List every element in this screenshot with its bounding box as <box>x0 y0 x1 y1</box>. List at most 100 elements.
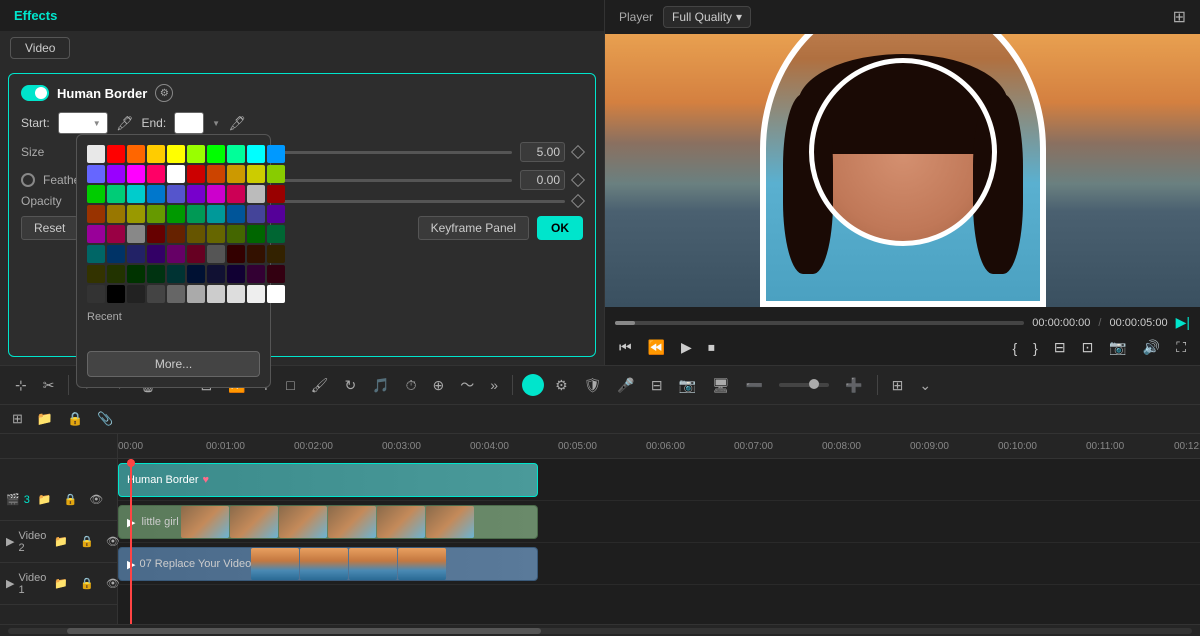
palette-cell[interactable] <box>167 185 185 203</box>
tool-wave[interactable]: 〜 <box>455 372 479 398</box>
quality-dropdown[interactable]: Full Quality ▾ <box>663 6 751 28</box>
palette-cell[interactable] <box>247 225 265 243</box>
palette-cell[interactable] <box>187 185 205 203</box>
tool-select[interactable]: ⊹ <box>10 374 32 397</box>
volume-btn[interactable]: 🔊 <box>1139 337 1164 358</box>
palette-cell[interactable] <box>227 185 245 203</box>
palette-cell[interactable] <box>227 165 245 183</box>
step-back-btn[interactable]: ⏪ <box>644 337 669 358</box>
palette-cell[interactable] <box>267 265 285 283</box>
palette-cell[interactable] <box>87 185 105 203</box>
play-btn[interactable]: ▶ <box>677 337 696 358</box>
go-to-end-icon[interactable]: ▶| <box>1176 314 1190 331</box>
palette-cell[interactable] <box>207 245 225 263</box>
palette-cell[interactable] <box>227 225 245 243</box>
palette-cell[interactable] <box>167 285 185 303</box>
palette-cell[interactable] <box>167 225 185 243</box>
skip-back-btn[interactable]: ⏮ <box>615 337 636 358</box>
palette-cell[interactable] <box>87 245 105 263</box>
mark-out-btn[interactable]: } <box>1029 338 1042 358</box>
tool-timer[interactable]: ⏱ <box>401 374 422 397</box>
palette-cell[interactable] <box>147 285 165 303</box>
tool-audio[interactable]: 🎵 <box>367 374 394 397</box>
tool-vol-up[interactable]: ➕ <box>840 374 867 397</box>
ok-btn[interactable]: OK <box>537 216 583 240</box>
palette-cell[interactable] <box>167 265 185 283</box>
tool-shield[interactable]: 🛡 <box>579 374 607 397</box>
palette-cell[interactable] <box>187 145 205 163</box>
palette-cell[interactable] <box>167 245 185 263</box>
palette-cell[interactable] <box>127 185 145 203</box>
tab-video[interactable]: Video <box>10 37 70 59</box>
clip-bg[interactable]: ▶ 07 Replace Your Video <box>118 547 538 581</box>
palette-cell[interactable] <box>207 225 225 243</box>
scrollbar-thumb[interactable] <box>67 628 541 634</box>
palette-cell[interactable] <box>147 165 165 183</box>
palette-cell[interactable] <box>107 285 125 303</box>
feather-keyframe[interactable] <box>571 173 585 187</box>
palette-cell[interactable] <box>187 205 205 223</box>
snapshot-btn[interactable]: 📷 <box>1105 337 1130 358</box>
palette-cell[interactable] <box>227 245 245 263</box>
more-colors-btn[interactable]: More... <box>87 351 260 377</box>
palette-cell[interactable] <box>127 225 145 243</box>
palette-cell[interactable] <box>227 145 245 163</box>
palette-cell[interactable] <box>87 225 105 243</box>
opacity-keyframe[interactable] <box>571 194 585 208</box>
keyframe-panel-btn[interactable]: Keyframe Panel <box>418 216 529 240</box>
palette-cell[interactable] <box>147 265 165 283</box>
tool-mic[interactable]: 🎤 <box>612 374 639 397</box>
reset-btn[interactable]: Reset <box>21 216 78 240</box>
tool-camera[interactable]: 📷 <box>674 374 701 397</box>
split-btn[interactable]: ⊟ <box>1050 337 1070 358</box>
palette-cell[interactable] <box>207 185 225 203</box>
palette-cell[interactable] <box>107 145 125 163</box>
tool-shape[interactable]: □ <box>281 374 299 396</box>
palette-cell[interactable] <box>87 205 105 223</box>
palette-cell[interactable] <box>227 265 245 283</box>
palette-cell[interactable] <box>147 185 165 203</box>
palette-cell[interactable] <box>107 165 125 183</box>
track2-folder-btn[interactable]: 📁 <box>50 533 72 550</box>
tool-rotate[interactable]: ↻ <box>339 374 361 397</box>
tool-vol-slider[interactable] <box>774 380 834 390</box>
start-color-btn[interactable]: ▼ <box>58 112 108 134</box>
tool-monitor[interactable]: 🖥 <box>707 374 735 397</box>
palette-cell[interactable] <box>267 205 285 223</box>
palette-cell[interactable] <box>247 185 265 203</box>
palette-cell[interactable] <box>207 165 225 183</box>
palette-cell[interactable] <box>87 165 105 183</box>
playhead[interactable] <box>130 459 132 624</box>
palette-cell[interactable] <box>247 145 265 163</box>
tl-clip[interactable]: 📎 <box>93 409 117 429</box>
palette-cell[interactable] <box>167 145 185 163</box>
palette-cell[interactable] <box>187 165 205 183</box>
track3-eye-btn[interactable]: 👁 <box>85 491 107 508</box>
palette-cell[interactable] <box>147 225 165 243</box>
track3-folder-btn[interactable]: 📁 <box>34 491 56 508</box>
fullscreen-btn[interactable]: ⛶ <box>1172 337 1190 358</box>
grid-view-icon[interactable]: ⊞ <box>1173 7 1186 27</box>
palette-cell[interactable] <box>267 285 285 303</box>
palette-cell[interactable] <box>107 205 125 223</box>
palette-cell[interactable] <box>227 285 245 303</box>
palette-cell[interactable] <box>107 185 125 203</box>
palette-cell[interactable] <box>187 265 205 283</box>
tool-trim[interactable]: ✂ <box>38 374 60 397</box>
palette-cell[interactable] <box>187 285 205 303</box>
tool-settings[interactable]: ⚙ <box>550 374 573 397</box>
palette-cell[interactable] <box>187 225 205 243</box>
tl-add-track[interactable]: ⊞ <box>8 409 27 429</box>
palette-cell[interactable] <box>207 205 225 223</box>
palette-cell[interactable] <box>267 185 285 203</box>
palette-cell[interactable] <box>127 205 145 223</box>
size-keyframe[interactable] <box>571 145 585 159</box>
tl-folder[interactable]: 📁 <box>33 409 57 429</box>
palette-cell[interactable] <box>207 145 225 163</box>
end-eyedropper[interactable]: 🖋 <box>228 115 246 132</box>
tool-paint[interactable]: 🖌 <box>306 374 334 397</box>
palette-cell[interactable] <box>87 285 105 303</box>
palette-cell[interactable] <box>227 205 245 223</box>
palette-cell[interactable] <box>267 145 285 163</box>
crop-btn[interactable]: ⊡ <box>1078 337 1098 358</box>
